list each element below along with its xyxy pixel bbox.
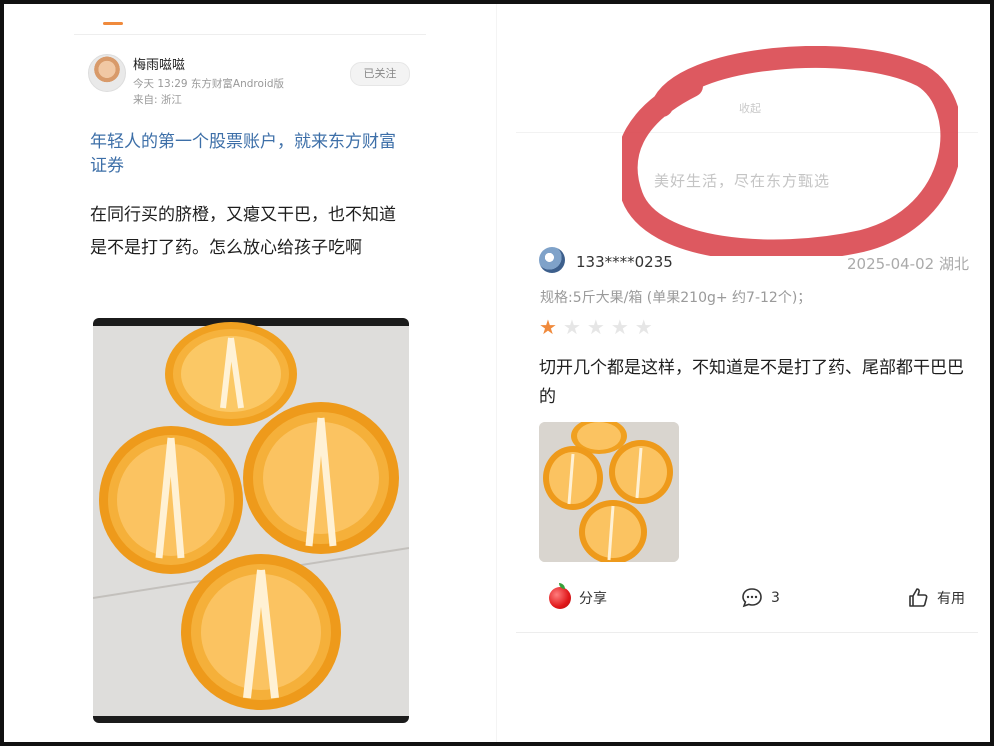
brand-slogan: 美好生活，尽在东方甄选 — [654, 172, 831, 190]
reviewer-avatar[interactable] — [539, 247, 565, 273]
follow-button[interactable]: 已关注 — [350, 62, 410, 86]
post-photo-oranges[interactable] — [93, 318, 409, 723]
rating-stars: ★ ★ ★ ★ ★ — [539, 316, 653, 338]
comment-count: 3 — [771, 590, 780, 606]
tab-indicator — [103, 22, 123, 25]
collapse-text[interactable]: 收起 — [739, 100, 761, 116]
author-name[interactable]: 梅雨嗞嗞 — [133, 54, 185, 73]
share-label: 分享 — [579, 591, 607, 607]
comment-icon — [742, 588, 762, 608]
post-timestamp-source: 今天 13:29 东方财富Android版 — [133, 78, 285, 90]
star-icon: ★ — [562, 315, 581, 339]
apple-icon — [549, 583, 571, 609]
screenshot-canvas: 梅雨嗞嗞 今天 13:29 东方财富Android版 来自: 浙江 已关注 年轻… — [4, 4, 990, 742]
orange-half — [165, 322, 297, 426]
star-icon: ★ — [586, 315, 605, 339]
post-location: 来自: 浙江 — [133, 94, 182, 106]
divider — [74, 34, 426, 35]
product-spec: 规格:5斤大果/箱 (单果210g+ 约7-12个)； — [540, 290, 812, 306]
post-body: 在同行买的脐橙，又瘪又干巴，也不知道是不是打了药。怎么放心给孩子吃啊 — [90, 205, 396, 258]
share-button[interactable]: 分享 — [549, 583, 607, 609]
thumbs-up-icon — [909, 588, 928, 607]
review-photo-oranges[interactable] — [539, 422, 679, 562]
useful-label: 有用 — [937, 591, 965, 607]
orange-half — [181, 554, 341, 710]
comment-button[interactable]: 3 — [741, 587, 780, 609]
avatar[interactable] — [88, 54, 126, 92]
star-icon: ★ — [634, 315, 653, 339]
review-text: 切开几个都是这样，不知道是不是打了药、尾部都干巴巴的 — [539, 358, 964, 407]
panel-divider — [496, 4, 497, 742]
red-annotation-circle — [622, 46, 958, 256]
star-icon: ★ — [610, 315, 629, 339]
divider — [516, 132, 978, 133]
oranges-photo-drawing — [93, 322, 409, 716]
star-icon: ★ — [539, 315, 557, 339]
promo-link[interactable]: 年轻人的第一个股票账户，就来东方财富证券 — [90, 130, 410, 178]
orange-half — [243, 402, 399, 554]
useful-button[interactable]: 有用 — [907, 587, 965, 609]
divider — [516, 632, 978, 633]
review-photo-drawing — [539, 422, 679, 562]
review-actions: 分享 3 有用 — [549, 583, 979, 617]
post-meta: 今天 13:29 东方财富Android版 来自: 浙江 — [133, 76, 284, 108]
review-date-location: 2025-04-02 湖北 — [847, 255, 969, 273]
orange-half — [99, 426, 243, 574]
reviewer-name[interactable]: 133****0235 — [576, 253, 673, 271]
